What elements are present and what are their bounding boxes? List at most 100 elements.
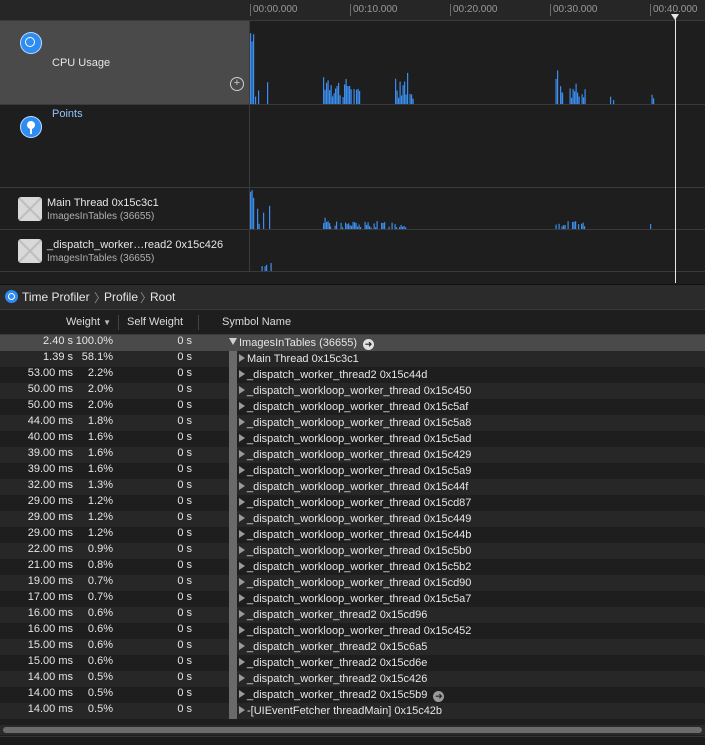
table-row[interactable]: 19.00 ms 0.7% 0 s _dispatch_workloop_worker…	[0, 575, 705, 591]
disclosure-closed-icon[interactable]	[239, 610, 245, 618]
disclosure-closed-icon[interactable]	[239, 530, 245, 538]
call-tree[interactable]: 2.40 s 100.0% 0 s ImagesInTables (36655) ➜ 1.…	[0, 335, 705, 719]
table-row[interactable]: 14.00 ms 0.5% 0 s -[UIEventFetcher threadMa…	[0, 703, 705, 719]
disclosure-closed-icon[interactable]	[239, 402, 245, 410]
symbol-name: ImagesInTables (36655)	[239, 337, 358, 349]
table-row[interactable]: 17.00 ms 0.7% 0 s _dispatch_workloop_worker…	[0, 591, 705, 607]
table-row[interactable]: 53.00 ms 2.2% 0 s _dispatch_worker_thread2 …	[0, 367, 705, 383]
main-thread-activity-bar	[257, 208, 259, 229]
track-header[interactable]: CPU Usage +	[0, 21, 250, 104]
weight-percent-cell: 0.5%	[87, 671, 113, 683]
table-row[interactable]: 39.00 ms 1.6% 0 s _dispatch_workloop_worker…	[0, 447, 705, 463]
table-row[interactable]: 29.00 ms 1.2% 0 s _dispatch_workloop_worker…	[0, 495, 705, 511]
tree-indent-gutter	[229, 671, 237, 687]
disclosure-closed-icon[interactable]	[239, 354, 245, 362]
table-row[interactable]: 14.00 ms 0.5% 0 s _dispatch_worker_thread2 …	[0, 671, 705, 687]
cpu-activity-bar	[350, 89, 352, 104]
main-thread-graph[interactable]	[250, 188, 705, 229]
track-worker-thread[interactable]: _dispatch_worker…read2 0x15c426 ImagesIn…	[0, 230, 705, 272]
add-track-button[interactable]: +	[230, 77, 244, 91]
track-header[interactable]: _dispatch_worker…read2 0x15c426 ImagesIn…	[0, 230, 250, 271]
main-thread-activity-bar	[564, 225, 566, 229]
track-cpu-usage[interactable]: CPU Usage +	[0, 21, 705, 105]
disclosure-closed-icon[interactable]	[239, 466, 245, 474]
disclosure-closed-icon[interactable]	[239, 706, 245, 714]
table-row[interactable]: 15.00 ms 0.6% 0 s _dispatch_worker_thread2 …	[0, 639, 705, 655]
disclosure-closed-icon[interactable]	[239, 546, 245, 554]
disclosure-closed-icon[interactable]	[239, 594, 245, 602]
column-symbol-name[interactable]: Symbol Name	[222, 316, 291, 328]
disclosure-closed-icon[interactable]	[239, 434, 245, 442]
self-weight-cell: 0 s	[177, 575, 192, 587]
table-row[interactable]: 14.00 ms 0.5% 0 s _dispatch_worker_thread2 …	[0, 687, 705, 703]
disclosure-closed-icon[interactable]	[239, 658, 245, 666]
table-row[interactable]: 29.00 ms 1.2% 0 s _dispatch_workloop_worker…	[0, 511, 705, 527]
track-header[interactable]: Points	[0, 105, 250, 187]
table-row[interactable]: 40.00 ms 1.6% 0 s _dispatch_workloop_worker…	[0, 431, 705, 447]
weight-percent-cell: 1.6%	[87, 431, 113, 443]
disclosure-closed-icon[interactable]	[239, 370, 245, 378]
cpu-activity-bar	[610, 96, 612, 104]
disclosure-closed-icon[interactable]	[239, 690, 245, 698]
table-row[interactable]: 22.00 ms 0.9% 0 s _dispatch_workloop_worker…	[0, 543, 705, 559]
symbol-name: _dispatch_workloop_worker_thread 0x15c44…	[247, 481, 469, 493]
self-weight-cell: 0 s	[177, 431, 192, 443]
points-graph[interactable]	[250, 105, 705, 187]
disclosure-closed-icon[interactable]	[239, 482, 245, 490]
disclosure-closed-icon[interactable]	[239, 578, 245, 586]
symbol-name: _dispatch_worker_thread2 0x15c5b9	[247, 689, 428, 701]
disclosure-closed-icon[interactable]	[239, 562, 245, 570]
table-row[interactable]: 2.40 s 100.0% 0 s ImagesInTables (36655) ➜	[0, 335, 705, 351]
table-row[interactable]: 16.00 ms 0.6% 0 s _dispatch_worker_thread2 …	[0, 607, 705, 623]
playhead-line[interactable]	[675, 14, 676, 283]
symbol-name: _dispatch_workloop_worker_thread 0x15c5b…	[247, 545, 472, 557]
track-header[interactable]: Main Thread 0x15c3c1 ImagesInTables (366…	[0, 188, 250, 229]
cpu-activity-bar	[404, 81, 406, 104]
breadcrumb-time-profiler[interactable]: Time Profiler	[22, 290, 90, 304]
main-thread-activity-bar	[357, 226, 359, 229]
time-ruler[interactable]: 00:00.000 00:10.000 00:20.000 00:30.000 …	[250, 0, 705, 21]
track-main-thread[interactable]: Main Thread 0x15c3c1 ImagesInTables (366…	[0, 188, 705, 230]
weight-cell: 16.00 ms	[27, 623, 73, 635]
scrollbar-thumb[interactable]	[3, 727, 702, 733]
disclosure-closed-icon[interactable]	[239, 386, 245, 394]
main-thread-activity-bar	[340, 222, 342, 229]
breadcrumb-profile[interactable]: Profile	[104, 290, 138, 304]
playhead-handle[interactable]	[671, 14, 679, 20]
table-row[interactable]: 50.00 ms 2.0% 0 s _dispatch_workloop_worker…	[0, 383, 705, 399]
disclosure-open-icon[interactable]	[229, 338, 237, 345]
cpu-activity-bar	[353, 89, 355, 104]
disclosure-closed-icon[interactable]	[239, 514, 245, 522]
disclosure-closed-icon[interactable]	[239, 674, 245, 682]
worker-thread-graph[interactable]	[250, 230, 705, 271]
table-row[interactable]: 15.00 ms 0.6% 0 s _dispatch_worker_thread2 …	[0, 655, 705, 671]
column-weight[interactable]: Weight ▼	[66, 316, 111, 328]
disclosure-closed-icon[interactable]	[239, 418, 245, 426]
focus-arrow-icon[interactable]: ➜	[433, 691, 445, 702]
main-thread-activity-bar	[352, 221, 354, 229]
disclosure-closed-icon[interactable]	[239, 498, 245, 506]
table-row[interactable]: 21.00 ms 0.8% 0 s _dispatch_workloop_worker…	[0, 559, 705, 575]
main-thread-activity-bar	[358, 224, 360, 229]
column-divider[interactable]	[118, 315, 119, 330]
column-self-weight[interactable]: Self Weight	[127, 316, 183, 328]
breadcrumb-root[interactable]: Root	[150, 290, 175, 304]
table-row[interactable]: 16.00 ms 0.6% 0 s _dispatch_workloop_worker…	[0, 623, 705, 639]
table-row[interactable]: 29.00 ms 1.2% 0 s _dispatch_workloop_worker…	[0, 527, 705, 543]
table-row[interactable]: 44.00 ms 1.8% 0 s _dispatch_workloop_worker…	[0, 415, 705, 431]
cpu-usage-graph[interactable]	[250, 21, 705, 104]
table-row[interactable]: 39.00 ms 1.6% 0 s _dispatch_workloop_worker…	[0, 463, 705, 479]
focus-arrow-icon[interactable]: ➜	[363, 339, 375, 350]
symbol-name: _dispatch_worker_thread2 0x15c426	[247, 673, 428, 685]
table-row[interactable]: 1.39 s 58.1% 0 s Main Thread 0x15c3c1	[0, 351, 705, 367]
track-points[interactable]: Points	[0, 105, 705, 188]
column-divider[interactable]	[198, 315, 199, 330]
disclosure-closed-icon[interactable]	[239, 642, 245, 650]
disclosure-closed-icon[interactable]	[239, 626, 245, 634]
table-row[interactable]: 50.00 ms 2.0% 0 s _dispatch_workloop_worker…	[0, 399, 705, 415]
main-thread-activity-bar	[399, 226, 401, 229]
table-row[interactable]: 32.00 ms 1.3% 0 s _dispatch_workloop_worker…	[0, 479, 705, 495]
disclosure-closed-icon[interactable]	[239, 450, 245, 458]
symbol-cell: _dispatch_worker_thread2 0x15c426	[239, 671, 427, 687]
horizontal-scrollbar[interactable]	[0, 725, 705, 735]
